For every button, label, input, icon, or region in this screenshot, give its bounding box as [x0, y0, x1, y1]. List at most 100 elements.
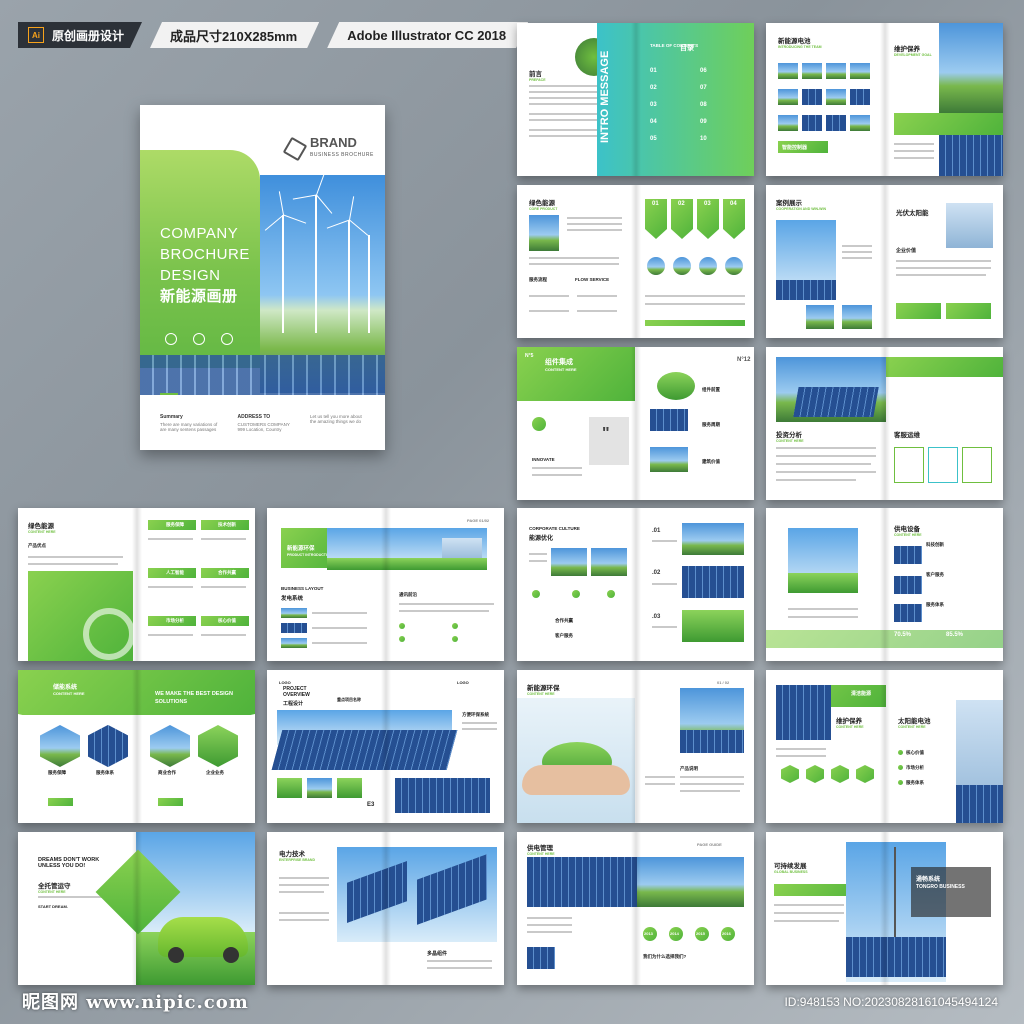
merit-5: 市场分析	[166, 618, 184, 623]
power-system-label: 发电系统	[281, 596, 304, 602]
page-tag: N°5	[525, 353, 534, 359]
storage-subtitle: CONTENT HERE	[53, 691, 85, 696]
merit-1: 服务保障	[166, 522, 184, 527]
cover-icons	[165, 333, 233, 345]
cover-title: COMPANY BROCHURE DESIGN 新能源画册	[160, 223, 250, 307]
why-choose-label: 我们为什么选择我们?	[643, 954, 687, 959]
toc-num-06: 06	[700, 68, 707, 74]
spread-eco: 新能源环保 PRODUCT INTRODUCTION PAGE 01/02 BU…	[267, 508, 504, 661]
merit-6: 核心价值	[218, 618, 236, 623]
step-03: 03	[704, 201, 711, 207]
hexagon-icon	[282, 136, 308, 162]
merit-2: 技术创新	[218, 522, 236, 527]
toc-num-10: 10	[700, 136, 707, 142]
storage-label-2: 服务体系	[96, 770, 114, 775]
maint-title: 维护保养	[836, 718, 862, 725]
enterprise-value-label: 企业价值	[896, 248, 917, 254]
spread-supply-mgmt: 供电管理 CONTENT HERE PAGE GUIDE 2013 2014 20…	[517, 832, 754, 985]
investment-subtitle: CONTENT HERE	[776, 439, 804, 443]
spread-power-tech: 电力技术 ENTERPRISE BRAND 多晶组件	[267, 832, 504, 985]
win-win-label: 合作共赢	[555, 618, 573, 623]
preface-title: 前言 PREFACE	[529, 71, 546, 82]
toc-num-01: 01	[650, 68, 657, 74]
leaf-icon	[165, 333, 177, 345]
cover-footer: Summary There are many variations of are …	[160, 414, 365, 432]
spread-green-energy: 绿色能源 CORE PRODUCT 服务流程 FLOW SERVICE 01 02…	[517, 185, 754, 338]
tag-bar: Ai 原创画册设计 成品尺寸210X285mm Adobe Illustrato…	[18, 22, 528, 48]
product-note-label: 产品说明	[680, 766, 698, 771]
toc-num-04: 04	[650, 119, 657, 125]
brand-name: BRAND	[310, 135, 357, 150]
stat-1: 70.5%	[894, 632, 912, 638]
hands-page: 01 / 02	[717, 680, 730, 685]
tongro-title: 通畅系统	[916, 877, 941, 883]
year-1: 2013	[644, 931, 653, 936]
energy-opt-title: 能源优化	[529, 536, 554, 542]
supply-mgmt-page: PAGE GUIDE	[697, 842, 722, 847]
illustrator-icon: Ai	[28, 27, 44, 43]
battery-title: 新能源电池	[778, 38, 811, 45]
home-icon	[193, 333, 205, 345]
dreams-subtitle: CONTENT HERE	[38, 890, 66, 894]
step-02: 02	[678, 201, 685, 207]
spread-battery: 新能源电池 INTRODUCING THE TEAM 智能控制器 维护保养 DEVE…	[766, 23, 1003, 176]
sustainable-title: 可持续发展	[774, 863, 807, 870]
toc-num-05: 05	[650, 136, 657, 142]
culture-num-3: .03	[652, 614, 661, 620]
footer-address-head: ADDRESS TO	[237, 414, 271, 420]
toc-label-cn: 目录	[680, 45, 694, 52]
accent-bar	[160, 393, 178, 395]
brand-logo: BRAND BUSINESS BROCHURE	[282, 135, 374, 162]
spread-green-energy-2: 绿色能源 CONTENT HERE 产品优点 服务保障 技术创新 人工智能 合作共…	[18, 508, 255, 661]
pv-title: 光伏太阳能	[896, 210, 929, 217]
maintenance-subtitle: DEVELOPMENT GOAL	[894, 53, 932, 57]
key-project-label: 重点项目名称	[337, 697, 361, 702]
spread-sustainable: 可持续发展 GLOBAL BUSINESS 通畅系统 TONGRO BUSINES…	[766, 832, 1003, 985]
culture-num-2: .02	[652, 570, 661, 576]
maint-item-1: 核心价值	[906, 750, 924, 755]
footer-tagline: Let us tell you more about the amazing t…	[310, 414, 362, 424]
e3-tag: E3	[367, 802, 381, 812]
storage-title: 储能系统	[53, 685, 78, 691]
innovate-label: INNOVATE	[532, 457, 555, 462]
sustainable-subtitle: GLOBAL BUSINESS	[774, 870, 808, 874]
culture-title: CORPORATE CULTURE	[529, 526, 580, 531]
storage-label-1: 服务保障	[48, 770, 66, 775]
battery-subtitle: INTRODUCING THE TEAM	[778, 45, 822, 49]
spread-cases: 案例展示 COOPERATION AND WIN-WIN 光伏太阳能 企业价值	[766, 185, 1003, 338]
quote-icon: "	[602, 425, 610, 442]
brand-subtitle: BUSINESS BROCHURE	[310, 152, 374, 158]
site-watermark: 昵图网 www.nipic.com	[22, 992, 249, 1013]
year-3: 2015	[696, 931, 705, 936]
brochure-cover: BRAND BUSINESS BROCHURE COMPANY BROCHURE…	[140, 105, 385, 450]
business-layout-label: BUSINESS LAYOUT	[281, 586, 324, 591]
dreams-title: 全托管运守	[38, 883, 71, 890]
solar-cell-title: 太阳能电池	[898, 718, 931, 725]
engineering-label: 工程设计	[283, 701, 304, 707]
power-tower	[894, 847, 896, 937]
year-2: 2014	[670, 931, 679, 936]
maint-item-2: 市场分析	[906, 765, 924, 770]
investment-title: 投资分析	[776, 432, 802, 439]
software-tag: Adobe Illustrator CC 2018	[327, 22, 528, 48]
cover-title-line-2: BROCHURE	[160, 246, 250, 263]
components-title: 组件集成	[545, 359, 573, 366]
spread-supply: 供电设备 CONTENT HERE 科技创新 客户服务 服务体系 70.5% 85…	[766, 508, 1003, 661]
solar-cell-subtitle: CONTENT HERE	[898, 725, 926, 729]
start-dream-label: START DREAM.	[38, 904, 68, 909]
spread-preface: 前言 PREFACE INTRO MESSAGE TABLE OF CONTENT…	[517, 23, 754, 176]
product-merits-label: 产品优点	[28, 543, 46, 548]
toc-num-02: 02	[650, 85, 657, 91]
size-tag: 成品尺寸210X285mm	[150, 22, 319, 48]
project-overview-title: PROJECT OVERVIEW	[283, 686, 310, 698]
image-id: ID:948153 NO:20230828161045494124	[784, 995, 998, 1009]
service-flow-sub: FLOW SERVICE	[575, 277, 610, 282]
merit-4: 合作共赢	[218, 570, 236, 575]
dreams-heading: DREAMS DON'T WORK UNLESS YOU DO!	[38, 857, 100, 869]
green-energy-subtitle: CORE PRODUCT	[529, 207, 558, 211]
component-front-label: 组件前置	[702, 387, 720, 392]
spread-dreams: DREAMS DON'T WORK UNLESS YOU DO! 全托管运守 CO…	[18, 832, 255, 985]
comm-frontier-label: 通讯前沿	[399, 592, 417, 597]
project-logo: LOGO	[279, 680, 291, 685]
toc-num-07: 07	[700, 85, 707, 91]
